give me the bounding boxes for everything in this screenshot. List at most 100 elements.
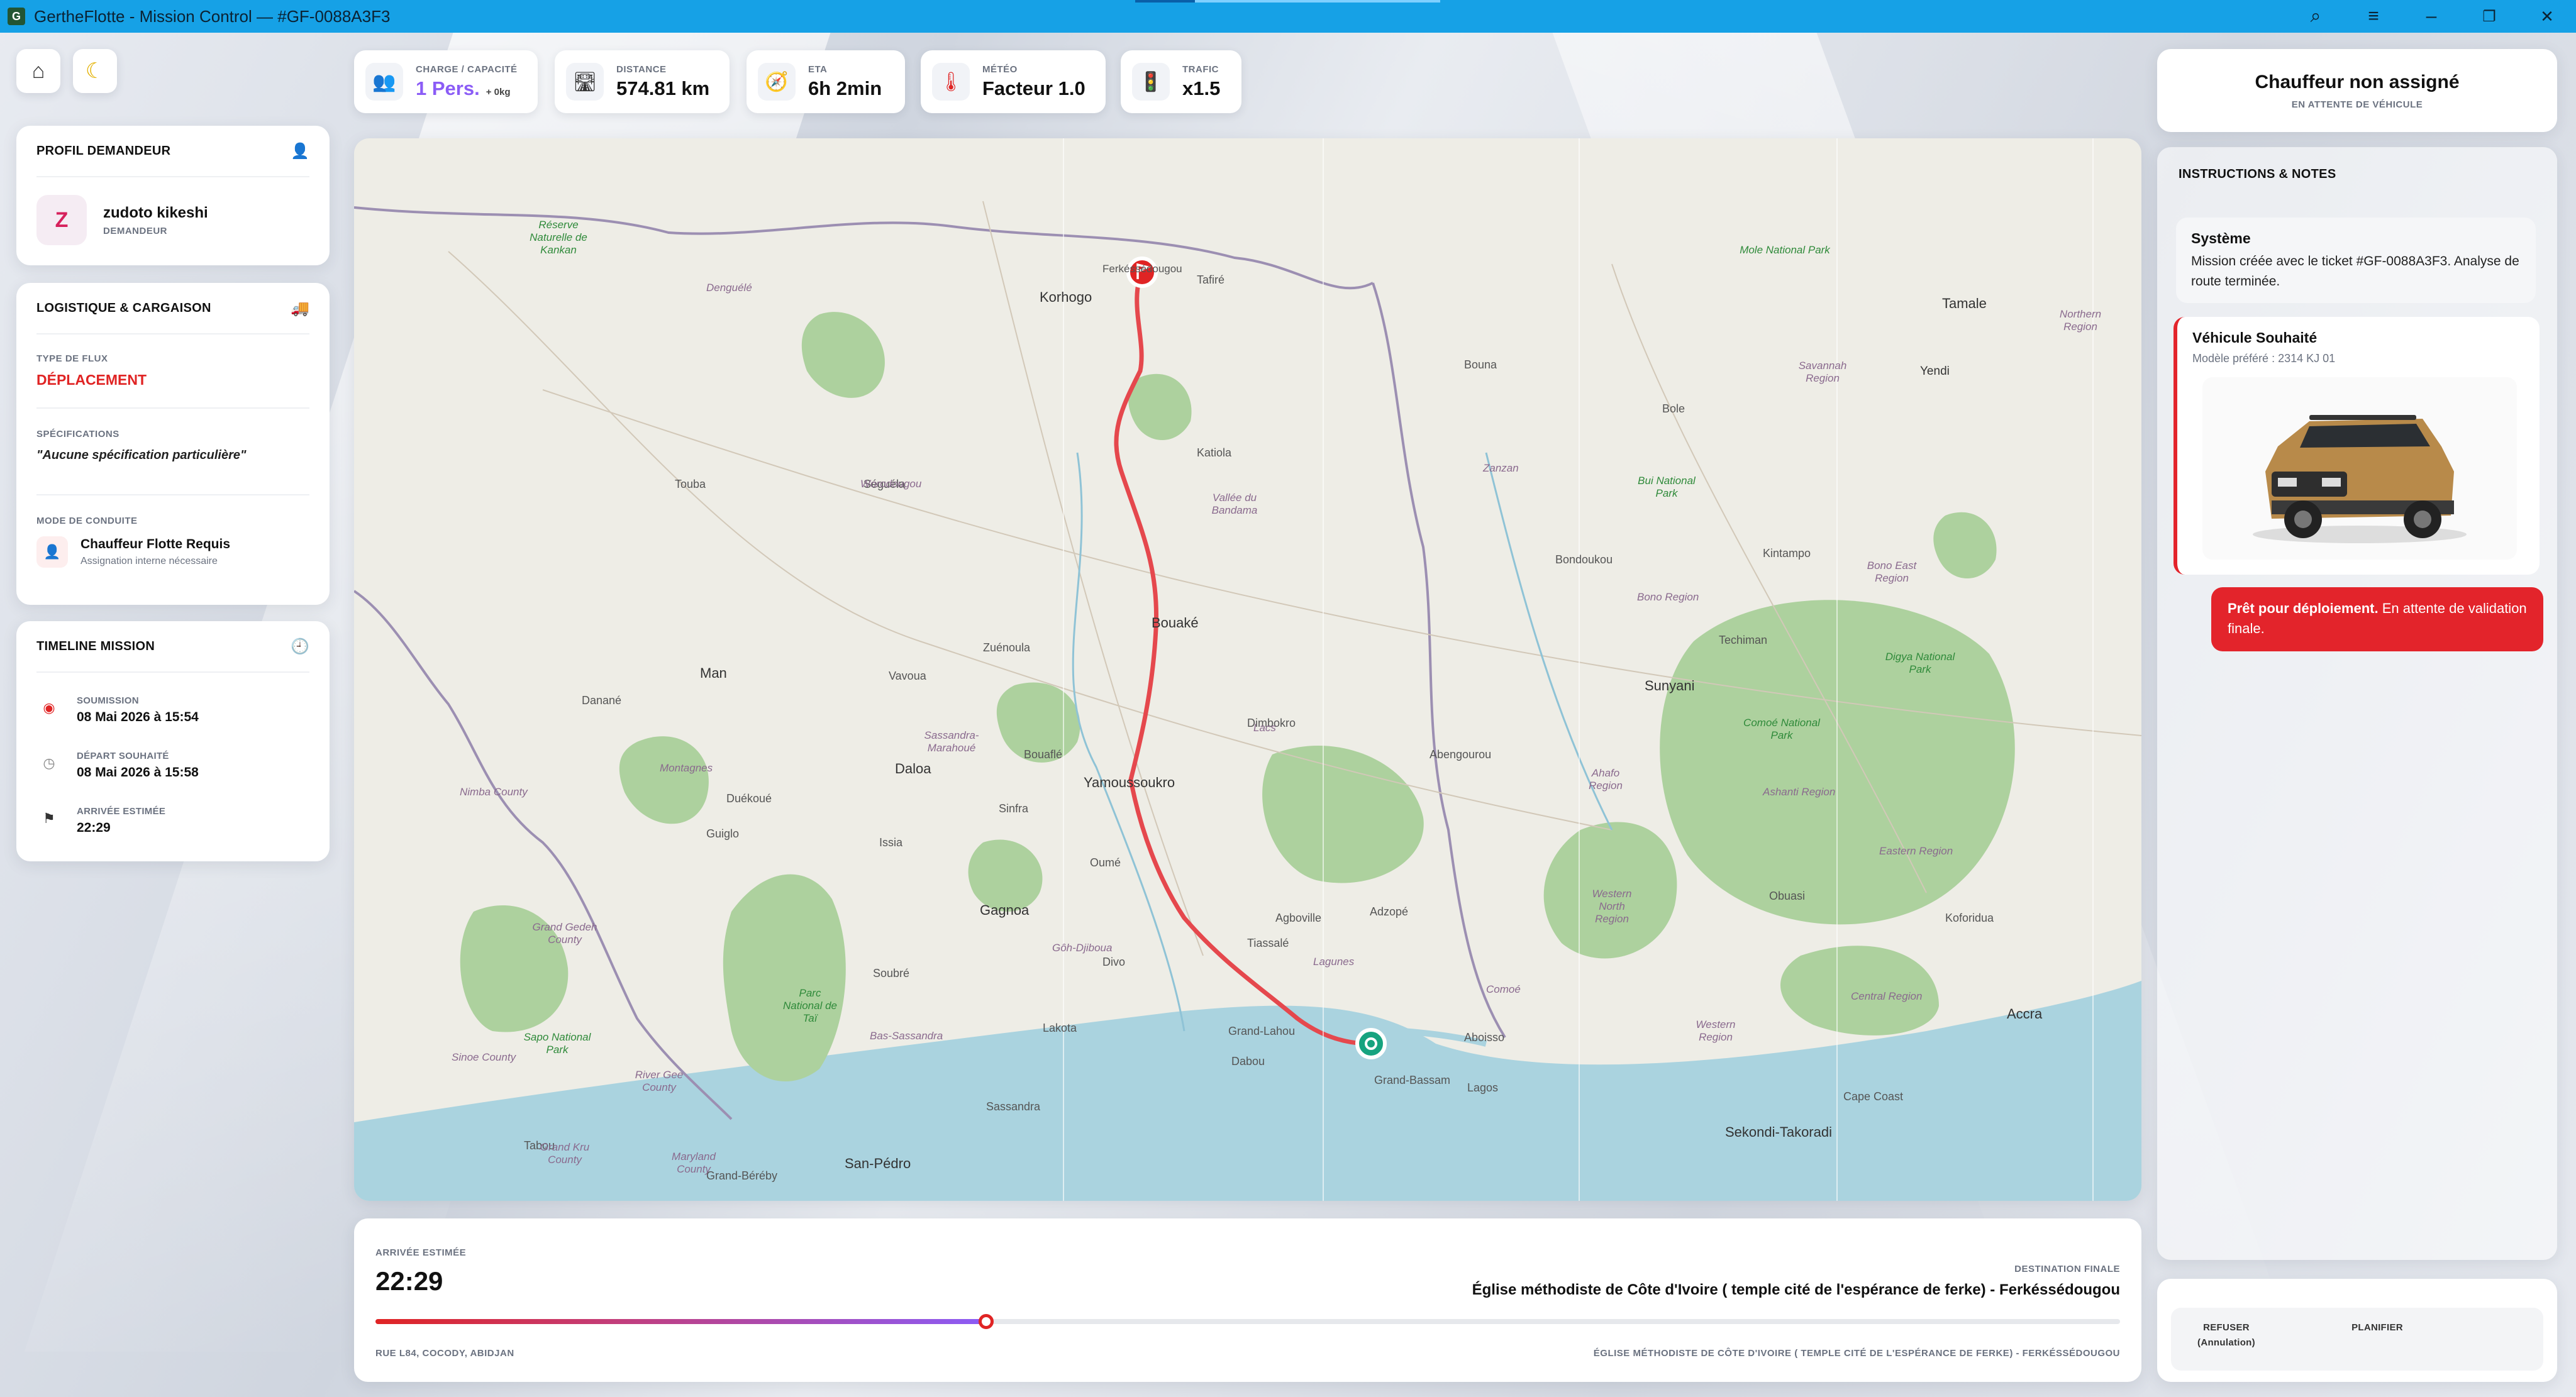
profile-title: PROFIL DEMANDEUR: [36, 143, 171, 158]
stat-label: MÉTÉO: [982, 64, 1018, 75]
map-label-park: Bui National Park: [1638, 475, 1696, 499]
stat-label: DISTANCE: [616, 64, 667, 75]
map-label-park: Digya National Park: [1885, 651, 1955, 675]
map-label-region: Grand Gedeh County: [532, 921, 597, 946]
timeline-item: ◷ DÉPART SOUHAITÉ 08 Mai 2026 à 15:58: [36, 751, 199, 780]
stat-label: TRAFIC: [1182, 64, 1219, 75]
stat-weather: 🌡 MÉTÉO Facteur 1.0: [921, 50, 1106, 113]
stat-value: 574.81 km: [616, 77, 710, 99]
vehicle-sub: Modèle préféré : 2314 KJ 01: [2192, 352, 2336, 365]
route-map[interactable]: Korhogo Ferkéssédougou Tamale Bouaké Yam…: [354, 138, 2141, 1201]
map-label-region: Ashanti Region: [1763, 786, 1836, 798]
system-note-title: Système: [2191, 230, 2251, 246]
map-label-city: Dabou: [1231, 1055, 1265, 1068]
eta-value: 22:29: [375, 1266, 443, 1296]
map-label-city: Oumé: [1090, 856, 1121, 869]
restore-button[interactable]: ❐: [2460, 0, 2518, 33]
map-label-city: Daloa: [895, 761, 931, 776]
spec-value: "Aucune spécification particulière": [36, 448, 247, 462]
timeline-label: SOUMISSION: [77, 695, 139, 706]
map-label-city: Abengourou: [1430, 748, 1492, 761]
map-label-region: Nimba County: [460, 786, 528, 798]
app-icon: G: [8, 8, 25, 25]
timeline-label: ARRIVÉE ESTIMÉE: [77, 806, 166, 817]
timeline-card: TIMELINE MISSION 🕘 ◉ SOUMISSION 08 Mai 2…: [16, 621, 330, 861]
clock-icon: 🕘: [291, 638, 309, 655]
titlebar-progress: [1135, 0, 1440, 3]
vehicle-note: Véhicule Souhaité Modèle préféré : 2314 …: [2174, 317, 2540, 575]
destination-value: Église méthodiste de Côte d'Ivoire ( tem…: [1472, 1281, 2120, 1298]
timeline-value: 08 Mai 2026 à 15:54: [77, 710, 199, 724]
map-label-region: Bas-Sassandra: [870, 1030, 943, 1042]
traffic-light-icon: 🚦: [1132, 63, 1170, 101]
map-label-city: Bouaké: [1152, 615, 1199, 631]
map-label-city: Sinfra: [999, 802, 1029, 815]
compass-icon: 🧭: [758, 63, 796, 101]
search-icon[interactable]: ⌕: [2287, 0, 2345, 33]
route-progress-knob[interactable]: [978, 1314, 994, 1329]
close-button[interactable]: ✕: [2518, 0, 2576, 33]
origin-marker[interactable]: [1355, 1028, 1387, 1059]
map-label-park: Sapo National Park: [523, 1031, 591, 1056]
map-label-region: Vallée du Bandama: [1211, 492, 1258, 516]
system-note: Système Mission créée avec le ticket #GF…: [2176, 218, 2536, 303]
forest-tai: [723, 874, 846, 1081]
notes-title: INSTRUCTIONS & NOTES: [2179, 167, 2336, 181]
map-label-city: Adzopé: [1370, 905, 1409, 918]
stat-label: ETA: [808, 64, 828, 75]
stat-value: x1.5: [1182, 77, 1221, 99]
plan-button[interactable]: PLANIFIER: [2340, 1320, 2415, 1335]
map-label-city: Aboisso: [1464, 1031, 1505, 1044]
window-title: GertheFlotte - Mission Control — #GF-008…: [34, 6, 391, 26]
map-label-region: Sinoe County: [452, 1051, 516, 1063]
map-label-city: Korhogo: [1040, 289, 1092, 305]
stat-label: CHARGE / CAPACITÉ: [416, 64, 518, 75]
map-label-city: Guiglo: [706, 827, 740, 840]
refuse-button[interactable]: REFUSER (Annulation): [2189, 1320, 2264, 1350]
menu-icon[interactable]: ≡: [2345, 0, 2402, 33]
driver-icon: 👤: [36, 536, 68, 568]
route-progress-fill: [375, 1319, 986, 1324]
timeline-value: 22:29: [77, 820, 111, 835]
mode-sub: Assignation interne nécessaire: [80, 556, 218, 566]
minimize-button[interactable]: –: [2402, 0, 2460, 33]
map-label-region: Comoé: [1486, 983, 1521, 995]
map-label-region: Zanzan: [1483, 462, 1519, 474]
map-label-park: Réserve Naturelle de Kankan: [530, 219, 587, 256]
truck-icon: 🚚: [291, 299, 309, 317]
map-label-region: Lacs: [1253, 722, 1276, 734]
map-label-city: Cape Coast: [1843, 1090, 1904, 1103]
stat-sub: + 0kg: [486, 86, 511, 97]
theme-toggle-button[interactable]: ☾: [73, 49, 117, 93]
forest-patch: [801, 312, 885, 398]
notes-panel: INSTRUCTIONS & NOTES Système Mission cré…: [2157, 147, 2557, 1260]
map-label-city: Koforidua: [1945, 912, 1994, 924]
timeline-value: 08 Mai 2026 à 15:58: [77, 765, 199, 780]
thermometer-icon: 🌡: [932, 63, 970, 101]
mode-value: Chauffeur Flotte Requis: [80, 537, 231, 551]
home-icon: ⌂: [31, 58, 45, 83]
map-label-city: Issia: [879, 836, 903, 849]
forest-patch: [1933, 512, 1997, 578]
map-label-city: Zuénoula: [983, 641, 1031, 654]
map-label-city: Bole: [1662, 402, 1685, 415]
origin-address: RUE L84, COCODY, ABIDJAN: [375, 1348, 514, 1359]
map-label-region: Lagunes: [1313, 956, 1355, 968]
map-label-city: Tiassalé: [1247, 937, 1289, 949]
forest-patch: [968, 839, 1043, 912]
driver-status: Chauffeur non assigné: [2255, 72, 2460, 92]
moon-icon: ☾: [85, 59, 105, 83]
map-label-city: Gagnoa: [980, 902, 1030, 918]
map-label-city: Lakota: [1043, 1022, 1077, 1034]
map-label-city: Obuasi: [1769, 890, 1806, 902]
requester-role: DEMANDEUR: [103, 225, 167, 236]
map-label-city: Accra: [2007, 1006, 2043, 1022]
map-label-region: Worodougou: [860, 478, 922, 490]
timeline-item: ◉ SOUMISSION 08 Mai 2026 à 15:54: [36, 695, 199, 725]
map-label-city: Vavoua: [889, 670, 926, 682]
route-progress-track: [375, 1314, 2120, 1329]
home-button[interactable]: ⌂: [16, 49, 60, 93]
stat-value: Facteur 1.0: [982, 77, 1085, 99]
map-label-region: Ahafo Region: [1589, 767, 1623, 792]
map-label-region: Western Region: [1696, 1019, 1736, 1043]
